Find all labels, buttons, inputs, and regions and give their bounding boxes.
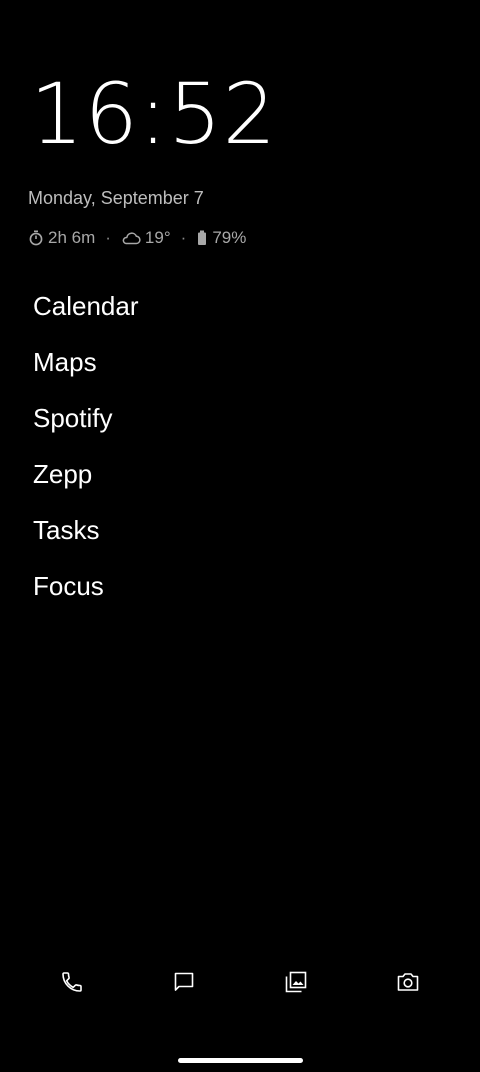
app-item-tasks[interactable]: Tasks <box>33 512 139 568</box>
message-button[interactable] <box>166 964 202 1000</box>
camera-button[interactable] <box>390 964 426 1000</box>
timer-icon <box>29 230 43 246</box>
phone-button[interactable] <box>54 964 90 1000</box>
app-item-focus[interactable]: Focus <box>33 568 139 624</box>
app-list: Calendar Maps Spotify Zepp Tasks Focus <box>33 288 139 624</box>
camera-icon <box>397 973 419 991</box>
app-item-spotify[interactable]: Spotify <box>33 400 139 456</box>
message-icon <box>174 972 194 991</box>
home-indicator[interactable] <box>178 1058 303 1063</box>
clock-time[interactable]: 16:52 <box>30 72 277 156</box>
date-label[interactable]: Monday, September 7 <box>28 188 204 209</box>
phone-icon <box>62 972 82 992</box>
status-info-row: 2h 6m · 19° · 79% <box>28 228 246 248</box>
gallery-icon <box>285 971 307 993</box>
battery-icon <box>198 230 207 245</box>
separator: · <box>105 228 111 247</box>
gallery-button[interactable] <box>278 964 314 1000</box>
weather-info[interactable]: 19° <box>121 228 171 248</box>
app-item-calendar[interactable]: Calendar <box>33 288 139 344</box>
weather-value: 19° <box>144 228 171 247</box>
timer-value: 2h 6m <box>48 228 96 247</box>
dock <box>0 964 480 1000</box>
app-item-maps[interactable]: Maps <box>33 344 139 400</box>
separator: · <box>180 228 187 247</box>
cloud-icon <box>122 232 141 245</box>
battery-value: 79% <box>212 228 247 247</box>
battery-info[interactable]: 79% <box>196 228 246 248</box>
app-item-zepp[interactable]: Zepp <box>33 456 139 512</box>
timer-info[interactable]: 2h 6m <box>28 228 95 248</box>
